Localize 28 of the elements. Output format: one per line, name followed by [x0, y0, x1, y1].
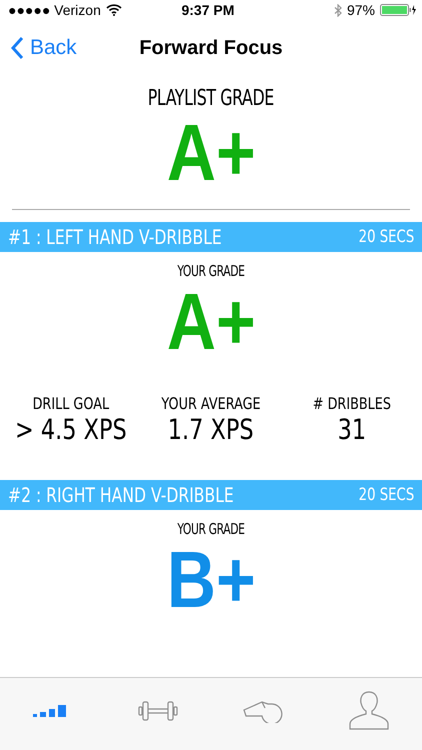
carrier-text: ●●●●● Verizon: [8, 2, 101, 18]
drill-title: #1 : LEFT HAND V-DRIBBLE: [8, 225, 222, 249]
back-button[interactable]: Back: [0, 36, 77, 60]
your-grade-label: YOUR GRADE: [177, 262, 245, 280]
battery-icon: [380, 4, 416, 16]
drill-duration: 20 SECS: [358, 485, 414, 505]
screen-title: Forward Focus: [139, 36, 283, 60]
playlist-grade-label: PLAYLIST GRADE: [148, 86, 274, 111]
stat-value: 31: [337, 413, 366, 446]
stat-label: DRILL GOAL: [32, 394, 109, 413]
drill-duration: 20 SECS: [358, 227, 414, 247]
stat-value: > 4.5 XPS: [14, 413, 126, 446]
drill-title: #2 : RIGHT HAND V-DRIBBLE: [8, 483, 234, 507]
wifi-icon: [106, 4, 122, 16]
person-icon: [348, 691, 390, 731]
playlist-grade: A+: [166, 111, 256, 195]
bluetooth-icon: [334, 4, 342, 16]
time-text: 9:37 PM: [180, 2, 236, 18]
drill-grade: A+: [166, 280, 256, 364]
your-grade-label: YOUR GRADE: [177, 520, 245, 538]
whistle-icon: [242, 699, 282, 723]
chevron-icon: [10, 36, 24, 60]
stat-label: # DRIBBLES: [312, 394, 391, 413]
dumbbell-icon: [138, 700, 178, 722]
stat-value: 1.7 XPS: [168, 413, 254, 446]
drill-grade: B+: [166, 538, 256, 622]
stat-label: YOUR AVERAGE: [161, 394, 261, 413]
battery-text: 97%: [346, 2, 375, 18]
